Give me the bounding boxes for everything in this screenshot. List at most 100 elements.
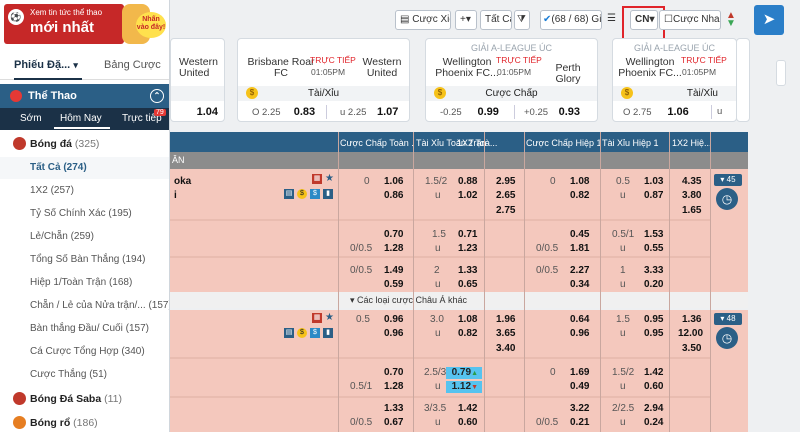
parlay-button[interactable]: ▤ Cược Xiên — [395, 10, 451, 30]
league-select-button[interactable]: ✔(68 / 68) Giải — [540, 10, 602, 30]
odd-value[interactable]: 1.06 — [384, 176, 403, 187]
more-bets-button[interactable]: ▾ 48 — [714, 313, 742, 325]
odd-value[interactable]: 1.08 — [570, 176, 589, 187]
odd-value[interactable]: 0.71 — [458, 229, 477, 240]
odd-value[interactable]: 2.94 — [644, 403, 663, 414]
tab-today[interactable]: Hôm Nay — [60, 113, 102, 124]
odd-value[interactable]: 0.96 — [570, 328, 589, 339]
odd-value[interactable]: 0.45 — [570, 229, 589, 240]
sidebar-item-1x2[interactable]: 1X2 (257) — [0, 180, 169, 202]
card-scroll-arrow[interactable] — [776, 60, 786, 86]
odd-value[interactable]: 2.65 — [496, 190, 515, 201]
odd-value[interactable]: 1.53 — [644, 229, 663, 240]
odd-value[interactable]: 1.28 — [384, 243, 403, 254]
dollar-icon[interactable]: $ — [310, 328, 320, 338]
odd-value[interactable]: 1.81 — [570, 243, 589, 254]
card-odd-under[interactable]: u 2.25 1.07 — [340, 103, 398, 121]
odd-value[interactable]: 1.33 — [384, 403, 403, 414]
sidebar-item-correct-score[interactable]: Tỷ Số Chính Xác (195) — [0, 203, 169, 225]
sort-odds-icon[interactable]: ▲ ▼ — [726, 11, 740, 29]
sidebar-item-mix-parlay[interactable]: Cá Cược Tổng Hợp (340) — [0, 341, 169, 363]
card-odd-under[interactable]: u 2.75 — [717, 103, 736, 121]
sidebar-item-odd-even[interactable]: Lẻ/Chẵn (259) — [0, 226, 169, 248]
send-button[interactable]: ➤ — [754, 5, 784, 35]
odd-value[interactable]: 0.95 — [644, 314, 663, 325]
sport-basketball[interactable]: Bóng rổ (186) — [0, 412, 169, 432]
sidebar-item-first-last-goal[interactable]: Bàn thắng Đầu/ Cuối (157) — [0, 318, 169, 340]
odd-value[interactable]: 0.67 — [384, 417, 403, 428]
odd-value[interactable]: 0.55 — [644, 243, 663, 254]
odd-value[interactable]: 2.75 — [496, 205, 515, 216]
odd-value[interactable]: 0.86 — [384, 190, 403, 201]
odd-value[interactable]: 1.36 — [682, 314, 701, 325]
odd-value[interactable]: 1.49 — [384, 265, 403, 276]
sport-soccer[interactable]: Bóng đá (325) — [0, 133, 169, 155]
odd-value[interactable]: 0.60 — [644, 381, 663, 392]
odd-value[interactable]: 1.28 — [384, 381, 403, 392]
chart-icon[interactable]: ▮ — [323, 328, 333, 338]
sidebar-item-total-goals[interactable]: Tổng Số Bàn Thắng (194) — [0, 249, 169, 271]
match-card[interactable]: Western United 1.04 — [170, 38, 225, 122]
clock-icon[interactable]: ◷ — [716, 188, 738, 210]
odd-value[interactable]: 1.02 — [458, 190, 477, 201]
sports-header[interactable]: Thể Thao ⌃ — [0, 84, 169, 108]
odd-value[interactable]: 0.60 — [458, 417, 477, 428]
odd-value[interactable]: 1.33 — [458, 265, 477, 276]
collapse-icon[interactable]: ⌃ — [150, 89, 164, 103]
tab-bet-slip[interactable]: Phiếu Đặ... ▾ — [14, 59, 78, 71]
tab-bet-list[interactable]: Bảng Cược — [104, 59, 161, 71]
odd-value[interactable]: 1.23 — [458, 243, 477, 254]
odd-value[interactable]: 1.69 — [570, 367, 589, 378]
odd-value[interactable]: 12.00 — [678, 328, 703, 339]
odd-value[interactable]: 3.65 — [496, 328, 515, 339]
odd-value-changed[interactable]: 1.12▼ — [446, 381, 482, 393]
odd-value[interactable]: 3.80 — [682, 190, 701, 201]
odd-value[interactable]: 0.82 — [458, 328, 477, 339]
odd-value[interactable]: 3.33 — [644, 265, 663, 276]
odd-value[interactable]: 0.96 — [384, 328, 403, 339]
odd-value[interactable]: 1.08 — [458, 314, 477, 325]
match-card[interactable]: GIẢI A-LEAGUE ÚC Wellington Phoenix FC..… — [425, 38, 598, 122]
odd-value[interactable]: 0.24 — [644, 417, 663, 428]
league-row[interactable]: ÂN — [170, 152, 748, 169]
card-odd-over[interactable]: O 2.75 1.06 — [623, 103, 689, 121]
card-odd-over[interactable]: O 2.25 0.83 — [252, 103, 315, 121]
odd-value[interactable]: 0.70 — [384, 229, 403, 240]
filter-select[interactable]: Tất Cả — [480, 10, 512, 30]
odd-value[interactable]: 0.88 — [458, 176, 477, 187]
add-market-button[interactable]: +▾ — [455, 10, 477, 30]
card-odd-away[interactable]: +0.25 0.93 — [524, 103, 580, 121]
odd-value[interactable]: 0.70 — [384, 367, 403, 378]
odd-value[interactable]: 0.64 — [570, 314, 589, 325]
odd-value[interactable]: 2.27 — [570, 265, 589, 276]
odd-value[interactable]: 0.96 — [384, 314, 403, 325]
match-card[interactable]: GIẢI A-LEAGUE ÚC Wellington Phoenix FC..… — [612, 38, 737, 122]
quick-bet-toggle[interactable]: ☐Cược Nhanh — [659, 10, 721, 30]
stats-icon[interactable]: ▤ — [284, 328, 294, 338]
sidebar-item-all[interactable]: Tất Cả (274) — [0, 157, 169, 179]
odd-value[interactable]: 0.20 — [644, 279, 663, 290]
more-bets-button[interactable]: ▾ 45 — [714, 174, 742, 186]
dollar-icon[interactable]: $ — [310, 189, 320, 199]
scoreboard-icon[interactable]: ▦ — [312, 313, 322, 323]
more-asian-markets-row[interactable]: ▾ Các loại cược Châu Á khác — [170, 292, 748, 308]
odd-value[interactable]: 1.96 — [496, 314, 515, 325]
odd-value[interactable]: 1.03 — [644, 176, 663, 187]
match-card-partial[interactable] — [736, 38, 750, 122]
favorite-star-icon[interactable]: ★ — [325, 312, 334, 323]
list-view-button[interactable]: ☰ — [607, 10, 623, 30]
filter-toggle-button[interactable]: ⧩ — [514, 10, 530, 30]
card-odd-home[interactable]: -0.25 0.99 — [440, 103, 499, 121]
odd-value[interactable]: 0.49 — [570, 381, 589, 392]
match-card[interactable]: Brisbane Roar FC TRỰC TIẾP 01:05PM Weste… — [237, 38, 410, 122]
odd-value[interactable]: 1.65 — [682, 205, 701, 216]
sidebar-item-outright[interactable]: Cược Thắng (51) — [0, 364, 169, 386]
odd-value-changed[interactable]: 0.79▲ — [446, 367, 482, 379]
odd-value[interactable]: 1.42 — [458, 403, 477, 414]
odd-value[interactable]: 3.50 — [682, 343, 701, 354]
odd-value[interactable]: 0.21 — [570, 417, 589, 428]
sidebar-item-ht-ft[interactable]: Hiệp 1/Toàn Trận (168) — [0, 272, 169, 294]
sport-saba-soccer[interactable]: Bóng Đá Saba (11) — [0, 388, 169, 410]
stats-icon[interactable]: ▤ — [284, 189, 294, 199]
odd-value[interactable]: 0.82 — [570, 190, 589, 201]
